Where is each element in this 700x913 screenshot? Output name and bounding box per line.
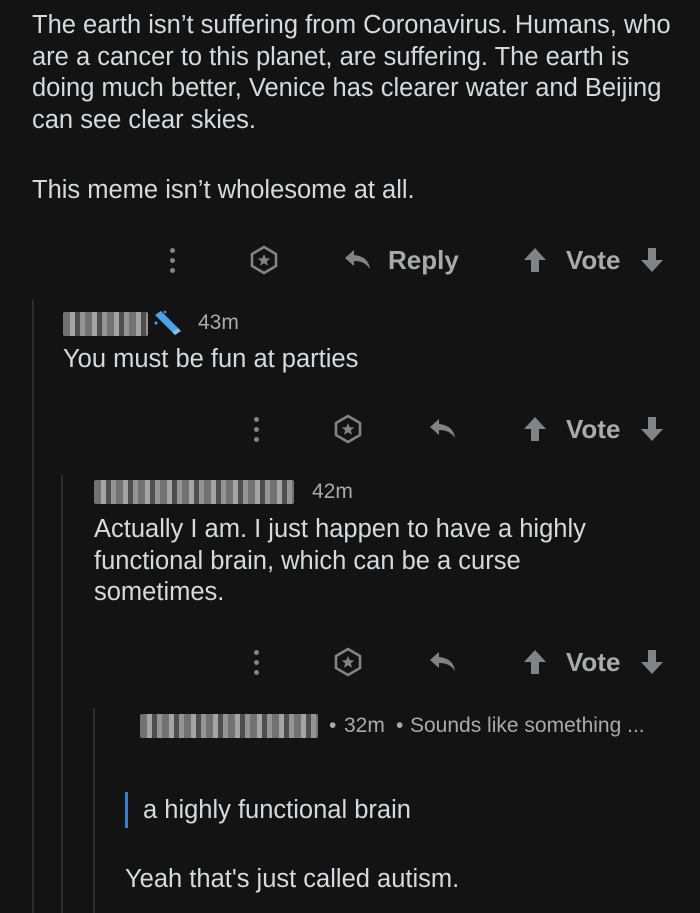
downvote-button[interactable] [640, 642, 664, 682]
comment-action-bar: Vote [0, 409, 700, 449]
award-icon[interactable] [249, 240, 279, 280]
comment-timestamp: 42m [312, 480, 353, 503]
separator-dot: • [396, 714, 404, 737]
thread-line-level-3[interactable] [93, 708, 95, 913]
award-icon[interactable] [333, 409, 363, 449]
redacted-username[interactable] [140, 714, 318, 738]
reply-arrow-icon[interactable] [427, 642, 459, 682]
reply-label: Reply [388, 244, 459, 275]
more-options-icon[interactable] [253, 642, 259, 682]
thread-line-level-2[interactable] [61, 475, 63, 913]
vote-count: Vote [566, 646, 621, 677]
upvote-button[interactable] [523, 240, 547, 280]
more-options-icon[interactable] [169, 240, 175, 280]
comment-timestamp: 32m [344, 714, 385, 737]
comment-paragraph: The earth isn’t suffering from Coronavir… [32, 11, 671, 134]
reply-arrow-icon[interactable] [427, 409, 459, 449]
redacted-username[interactable] [63, 312, 148, 336]
award-icon[interactable] [333, 642, 363, 682]
comment-action-bar: Vote [0, 642, 700, 682]
quote-text: a highly functional brain [143, 796, 411, 824]
comment-preview: Sounds like something ... [410, 714, 645, 737]
upvote-button[interactable] [523, 409, 547, 449]
upvote-button[interactable] [523, 642, 547, 682]
separator-dot: • [329, 714, 337, 737]
comment-action-bar: Reply Vote [0, 240, 700, 280]
thread-line-level-1[interactable] [32, 300, 34, 913]
reply-button[interactable]: Reply [342, 240, 459, 280]
more-options-icon[interactable] [253, 409, 259, 449]
redacted-username[interactable] [94, 480, 294, 504]
mod-wand-icon [152, 309, 182, 337]
downvote-button[interactable] [640, 240, 664, 280]
quote-bar [125, 792, 128, 828]
comment-paragraph: This meme isn’t wholesome at all. [32, 176, 415, 204]
comment-body: You must be fun at parties [63, 345, 359, 373]
comment-timestamp: 43m [198, 311, 239, 334]
downvote-button[interactable] [640, 409, 664, 449]
comment-body: Yeah that's just called autism. [125, 865, 460, 893]
vote-count: Vote [566, 244, 621, 275]
reply-arrow-icon [342, 247, 374, 273]
comment-body: Actually I am. I just happen to have a h… [94, 515, 586, 606]
vote-count: Vote [566, 413, 621, 444]
